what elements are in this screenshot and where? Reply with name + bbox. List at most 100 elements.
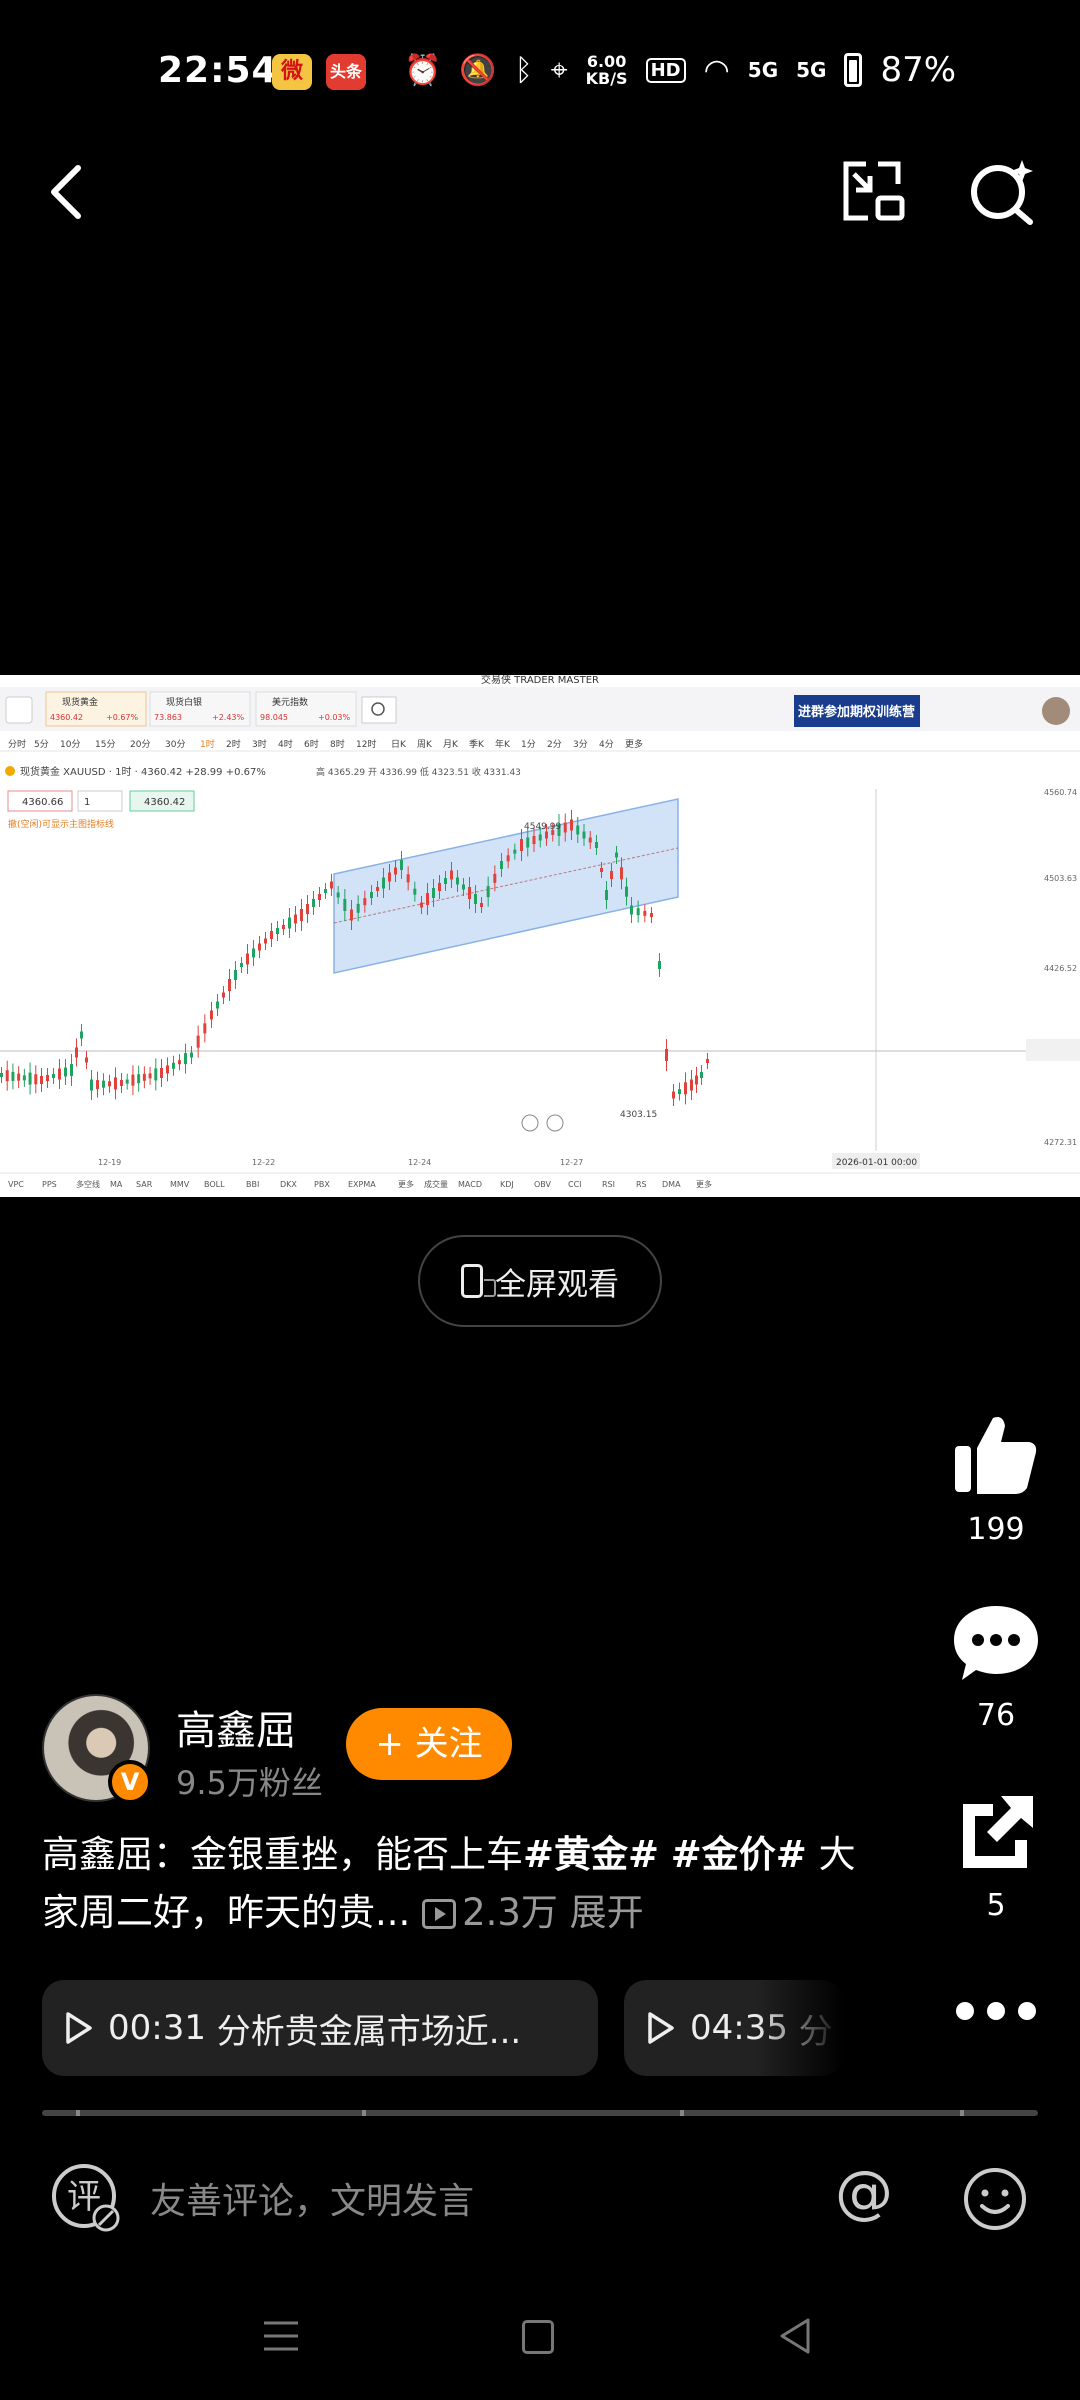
svg-text:98.045: 98.045	[260, 713, 288, 722]
candle-body	[160, 1068, 163, 1078]
date-axis-label: 12-22	[252, 1158, 275, 1167]
indicator-item: 更多	[398, 1179, 414, 1189]
fullscreen-button[interactable]: 全屏观看	[418, 1235, 662, 1327]
candle-body	[588, 837, 592, 843]
candle-body	[102, 1080, 105, 1088]
mention-icon[interactable]: @	[832, 2160, 896, 2224]
timeframe-item: 2时	[226, 738, 241, 750]
price-axis-label: 4272.31	[1044, 1138, 1077, 1147]
chapter-title: 分	[798, 2011, 833, 2052]
net-speed: 6.00 KB/S	[585, 52, 628, 88]
comment-bar: 评 友善评论，文明发言 @	[0, 2160, 1080, 2240]
candle-body	[70, 1064, 73, 1076]
candle-body	[526, 837, 530, 848]
timeframe-item: 15分	[95, 739, 115, 750]
comment-write-icon[interactable]: 评	[48, 2160, 124, 2236]
ticker-tab-silver: 现货白银 73.863 +2.43%	[149, 691, 251, 727]
ai-search-icon[interactable]	[966, 156, 1036, 226]
timeframe-item: 周K	[417, 739, 433, 750]
candle-body	[625, 886, 628, 897]
hashtag-gold-price[interactable]: #金价#	[671, 1833, 807, 1876]
candle-body	[684, 1082, 687, 1095]
price-axis-label: 4426.52	[1044, 964, 1077, 973]
indicator-item: MA	[110, 1180, 123, 1189]
candle-body	[246, 953, 249, 965]
annotation-high: 4549.99	[524, 822, 561, 832]
timeframe-item: 更多	[625, 738, 643, 750]
share-button[interactable]: 5	[950, 1790, 1042, 1923]
candle-body	[630, 905, 633, 915]
candle-body	[216, 1001, 219, 1009]
home-icon[interactable]	[522, 2320, 554, 2354]
indicator-item: DKX	[280, 1180, 297, 1189]
timeframe-item: 1分	[521, 739, 536, 750]
timeframe-item: 4时	[278, 738, 293, 750]
back-arrow-icon[interactable]	[40, 156, 100, 226]
candle-body	[210, 1010, 213, 1020]
candle-body	[400, 860, 403, 870]
more-options-icon[interactable]	[956, 1996, 1036, 2026]
indicator-item: EXPMA	[348, 1180, 376, 1189]
signal-icon-2: 5G	[796, 58, 827, 82]
timeframe-item: 2分	[547, 739, 562, 750]
candle-body	[178, 1060, 181, 1065]
price-axis-label: 4560.74	[1044, 788, 1077, 797]
timeframe-item: 10分	[60, 739, 80, 750]
timeframe-item: 12时	[356, 738, 376, 750]
timeframe-item: 5分	[34, 739, 49, 750]
candle-body	[363, 898, 367, 906]
candle-body	[370, 892, 373, 898]
candle-body	[615, 852, 618, 858]
timeframe-item: 分时	[8, 738, 26, 750]
candle-body	[438, 883, 441, 891]
recent-apps-icon[interactable]	[262, 2318, 300, 2354]
video-progress-bar[interactable]	[42, 2110, 1038, 2116]
candle-body	[600, 868, 603, 872]
ticker-tab-gold: 现货黄金 4360.42 +0.67%	[45, 691, 147, 727]
system-back-icon[interactable]	[776, 2316, 812, 2356]
candle-body	[120, 1080, 123, 1086]
candle-body	[276, 928, 279, 934]
candle-body	[450, 870, 453, 880]
timeframe-item: 4分	[599, 739, 614, 750]
chapter-chip[interactable]: 00:31 分析贵金属市场近...	[42, 1980, 598, 2076]
indicator-item: RS	[636, 1180, 647, 1189]
chapter-chip[interactable]: 04:35 分	[624, 1980, 844, 2076]
hd-icon: HD	[645, 57, 686, 83]
candle-body	[142, 1073, 146, 1081]
candle-body	[538, 834, 542, 841]
play-icon	[648, 2012, 674, 2044]
like-button[interactable]: 199	[950, 1410, 1042, 1547]
share-icon	[963, 1796, 1033, 1868]
comment-bubble-icon	[954, 1606, 1038, 1680]
author-name[interactable]: 高鑫屈	[176, 1698, 296, 1756]
chapter-title: 分析贵金属市场近...	[216, 2011, 522, 2052]
candle-body	[166, 1065, 169, 1074]
hashtag-gold[interactable]: #黄金#	[523, 1833, 659, 1876]
follow-button[interactable]: + 关注	[346, 1708, 512, 1780]
expand-link[interactable]: 展开	[570, 1891, 644, 1934]
emoji-icon[interactable]	[962, 2166, 1028, 2232]
candle-body	[46, 1075, 49, 1081]
fullscreen-label: 全屏观看	[495, 1266, 619, 1303]
annotation-low: 4303.15	[620, 1110, 657, 1120]
timeframe-item: 6时	[304, 738, 319, 750]
video-player[interactable]: 交易侠 TRADER MASTER 现货黄金 4360.42 +0.67% 现货…	[0, 675, 1080, 1197]
candle-body	[406, 874, 410, 883]
comment-input[interactable]: 友善评论，文明发言	[150, 2172, 474, 2224]
candle-body	[605, 890, 608, 900]
candle-body	[75, 1047, 78, 1058]
video-description[interactable]: 高鑫屈：金银重挫，能否上车#黄金# #金价# 大家周二好，昨天的贵... 2.3…	[42, 1826, 862, 1942]
candle-body	[52, 1074, 55, 1078]
picture-in-picture-icon[interactable]	[838, 156, 908, 226]
timeframe-item: 月K	[443, 739, 459, 750]
promo-banner: 进群参加期权训练营	[798, 704, 915, 720]
candle-body	[294, 914, 297, 924]
candle-body	[148, 1073, 152, 1079]
timeframe-item: 8时	[330, 738, 345, 750]
comment-button[interactable]: 76	[950, 1600, 1042, 1733]
candle-body	[500, 861, 503, 869]
date-axis-label: 12-24	[408, 1158, 431, 1167]
candle-body	[444, 878, 447, 884]
candle-body	[90, 1079, 93, 1091]
